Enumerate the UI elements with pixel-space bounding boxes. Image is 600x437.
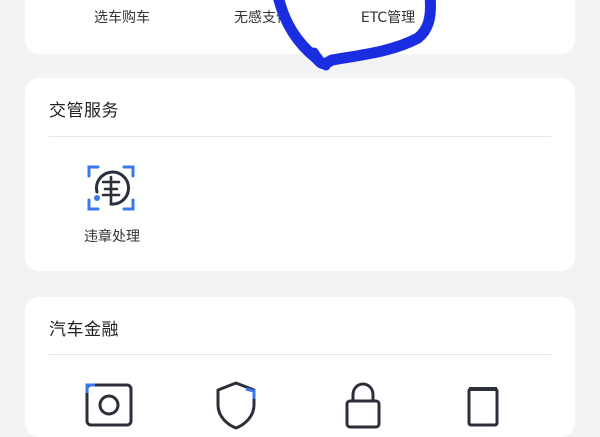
lock-icon[interactable] bbox=[337, 379, 389, 431]
service-item-label-etc[interactable]: ETC管理 bbox=[328, 7, 448, 27]
service-item-label-car-select[interactable]: 选车购车 bbox=[62, 7, 182, 27]
service-item-label-violation: 违章处理 bbox=[84, 229, 140, 245]
violation-icon bbox=[87, 165, 135, 211]
section-title-traffic: 交管服务 bbox=[49, 101, 119, 121]
service-item-label-contactless-pay[interactable]: 无感支付 bbox=[202, 7, 322, 27]
section-divider bbox=[49, 354, 551, 355]
top-services-card: 选车购车 无感支付 ETC管理 bbox=[25, 0, 575, 54]
document-icon[interactable] bbox=[457, 379, 509, 431]
section-title-finance: 汽车金融 bbox=[49, 320, 119, 340]
camera-scan-icon[interactable] bbox=[83, 379, 135, 431]
car-finance-card: 汽车金融 bbox=[25, 297, 575, 437]
section-divider bbox=[49, 136, 551, 137]
shield-icon[interactable] bbox=[210, 379, 262, 431]
traffic-services-card: 交管服务 违章处理 bbox=[25, 78, 575, 271]
